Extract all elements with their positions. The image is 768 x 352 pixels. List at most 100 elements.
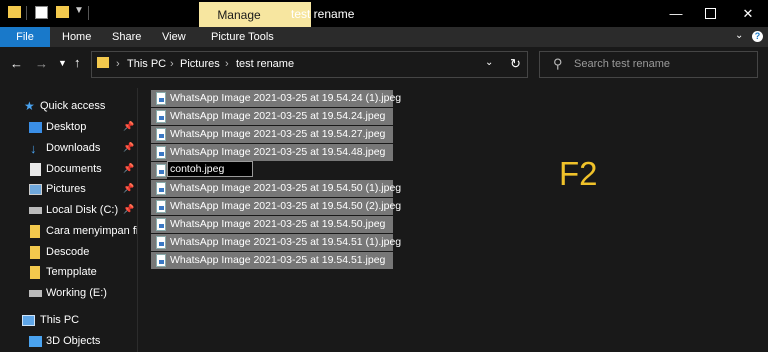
breadcrumb-current-folder[interactable]: test rename bbox=[236, 58, 294, 70]
image-file-icon bbox=[156, 218, 166, 231]
up-icon[interactable]: ↑ bbox=[74, 55, 81, 70]
recent-locations-icon[interactable]: ▼ bbox=[58, 58, 67, 68]
sidebar-item-label: Tempplate bbox=[46, 266, 97, 278]
drive-icon bbox=[29, 290, 42, 297]
tab-view[interactable]: View bbox=[162, 31, 186, 43]
breadcrumb-separator: › bbox=[116, 58, 120, 70]
search-icon: ⚲ bbox=[553, 56, 563, 71]
sidebar-item-quick-access[interactable]: ★ Quick access bbox=[0, 97, 137, 117]
file-name: WhatsApp Image 2021-03-25 at 19.54.50 (1… bbox=[170, 182, 402, 194]
image-file-icon bbox=[156, 182, 166, 195]
desktop-icon bbox=[29, 122, 42, 133]
folder-icon bbox=[97, 57, 109, 68]
file-item[interactable]: WhatsApp Image 2021-03-25 at 19.54.27.jp… bbox=[151, 126, 393, 143]
sidebar-item-label: Descode bbox=[46, 246, 90, 258]
sidebar-item-pictures[interactable]: Pictures 📌 bbox=[0, 180, 137, 200]
properties-icon[interactable] bbox=[35, 6, 48, 19]
file-name: WhatsApp Image 2021-03-25 at 19.54.48.jp… bbox=[170, 146, 386, 158]
documents-icon bbox=[30, 163, 41, 176]
divider bbox=[88, 6, 89, 20]
help-icon[interactable]: ? bbox=[752, 31, 763, 42]
breadcrumb-this-pc[interactable]: This PC bbox=[127, 58, 166, 70]
folder-icon bbox=[30, 246, 40, 259]
sidebar-item-label: Desktop bbox=[46, 121, 87, 133]
file-name: WhatsApp Image 2021-03-25 at 19.54.51 (1… bbox=[170, 236, 402, 248]
sidebar-item-downloads[interactable]: ↓ Downloads 📌 bbox=[0, 139, 137, 159]
sidebar-item-label: Documents bbox=[46, 163, 102, 175]
sidebar-item-label: Local Disk (C:) bbox=[46, 204, 119, 216]
sidebar-item-label: Downloads bbox=[46, 142, 101, 154]
folder-icon bbox=[30, 225, 40, 238]
tab-share[interactable]: Share bbox=[112, 31, 141, 43]
image-file-icon bbox=[156, 254, 166, 267]
file-item[interactable]: WhatsApp Image 2021-03-25 at 19.54.50.jp… bbox=[151, 216, 393, 233]
file-name: WhatsApp Image 2021-03-25 at 19.54.24 (1… bbox=[170, 92, 402, 104]
sidebar-item-label: Quick access bbox=[40, 100, 106, 112]
file-item[interactable]: WhatsApp Image 2021-03-25 at 19.54.24.jp… bbox=[151, 108, 393, 125]
sidebar-item-this-pc[interactable]: This PC bbox=[0, 311, 137, 331]
customize-quick-access-icon[interactable]: ▼ bbox=[74, 5, 84, 16]
pin-icon: 📌 bbox=[123, 121, 135, 131]
refresh-icon[interactable]: ↻ bbox=[510, 56, 521, 72]
tab-home[interactable]: Home bbox=[62, 31, 91, 43]
sidebar-item-3d-objects[interactable]: 3D Objects bbox=[0, 332, 137, 352]
file-item[interactable]: WhatsApp Image 2021-03-25 at 19.54.50 (1… bbox=[151, 180, 401, 197]
sidebar-item-descode[interactable]: Descode bbox=[0, 243, 137, 263]
image-file-icon bbox=[156, 236, 166, 249]
sidebar-item-label: Working (E:) bbox=[46, 287, 107, 299]
image-file-icon bbox=[156, 128, 166, 141]
title-bar bbox=[0, 0, 768, 27]
divider bbox=[26, 6, 27, 20]
maximize-icon[interactable] bbox=[690, 0, 730, 27]
breadcrumb-separator: › bbox=[170, 58, 174, 70]
image-file-icon bbox=[156, 92, 166, 105]
breadcrumb-pictures[interactable]: Pictures bbox=[180, 58, 220, 70]
downloads-icon: ↓ bbox=[30, 141, 37, 156]
pin-icon: 📌 bbox=[123, 204, 135, 214]
sidebar-item-desktop[interactable]: Desktop 📌 bbox=[0, 118, 137, 138]
file-item[interactable]: WhatsApp Image 2021-03-25 at 19.54.48.jp… bbox=[151, 144, 393, 161]
sidebar-item-working[interactable]: Working (E:) bbox=[0, 284, 137, 304]
folder-icon bbox=[8, 6, 21, 18]
close-icon[interactable]: ✕ bbox=[728, 0, 768, 27]
new-folder-icon[interactable] bbox=[56, 6, 69, 18]
tab-picture-tools[interactable]: Picture Tools bbox=[211, 31, 274, 43]
breadcrumb-separator: › bbox=[225, 58, 229, 70]
star-icon: ★ bbox=[24, 99, 35, 113]
sidebar-item-label: This PC bbox=[40, 314, 80, 326]
file-item[interactable]: WhatsApp Image 2021-03-25 at 19.54.51 (1… bbox=[151, 234, 401, 251]
forward-icon[interactable]: → bbox=[35, 56, 48, 71]
sidebar-item-documents[interactable]: Documents 📌 bbox=[0, 160, 137, 180]
objects-3d-icon bbox=[29, 336, 42, 347]
file-name: WhatsApp Image 2021-03-25 at 19.54.51.jp… bbox=[170, 254, 386, 266]
sidebar-item-label: Pictures bbox=[46, 183, 86, 195]
pane-divider[interactable] bbox=[137, 88, 138, 352]
file-name: WhatsApp Image 2021-03-25 at 19.54.50.jp… bbox=[170, 218, 386, 230]
file-item[interactable]: WhatsApp Image 2021-03-25 at 19.54.51.jp… bbox=[151, 252, 393, 269]
sidebar-item-label: Cara menyimpan fil bbox=[46, 225, 137, 237]
sidebar-item-local-disk[interactable]: Local Disk (C:) 📌 bbox=[0, 201, 137, 221]
file-item-renaming[interactable] bbox=[151, 162, 167, 179]
image-file-icon bbox=[156, 110, 166, 123]
sidebar-item-cara-menyimpan[interactable]: Cara menyimpan fil bbox=[0, 222, 137, 242]
window-title: test rename bbox=[291, 7, 355, 21]
file-item[interactable]: WhatsApp Image 2021-03-25 at 19.54.50 (2… bbox=[151, 198, 401, 215]
pictures-icon bbox=[29, 184, 42, 195]
image-file-icon bbox=[156, 164, 166, 177]
file-item[interactable]: WhatsApp Image 2021-03-25 at 19.54.24 (1… bbox=[151, 90, 401, 107]
image-file-icon bbox=[156, 200, 166, 213]
tab-file[interactable]: File bbox=[0, 27, 50, 47]
folder-icon bbox=[30, 266, 40, 279]
back-icon[interactable]: ← bbox=[10, 56, 23, 71]
pin-icon: 📌 bbox=[123, 142, 135, 152]
image-file-icon bbox=[156, 146, 166, 159]
file-name: WhatsApp Image 2021-03-25 at 19.54.50 (2… bbox=[170, 200, 402, 212]
address-dropdown-icon[interactable]: ⌄ bbox=[485, 57, 493, 68]
pin-icon: 📌 bbox=[123, 163, 135, 173]
rename-input[interactable] bbox=[167, 161, 253, 177]
expand-ribbon-icon[interactable]: ⌄ bbox=[735, 30, 743, 41]
sidebar-item-tempplate[interactable]: Tempplate bbox=[0, 263, 137, 283]
sidebar-item-label: 3D Objects bbox=[46, 335, 101, 347]
search-placeholder: Search test rename bbox=[574, 58, 670, 70]
file-name: WhatsApp Image 2021-03-25 at 19.54.24.jp… bbox=[170, 110, 386, 122]
